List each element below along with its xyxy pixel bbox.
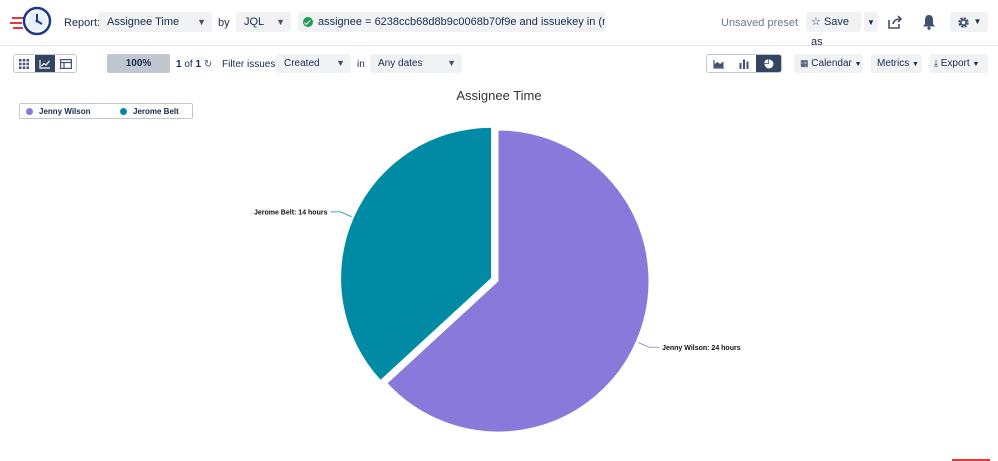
pie-label-connector: [637, 342, 660, 348]
pie-label-connector: [330, 211, 352, 218]
pie-slice-label: Jenny Wilson: 24 hours: [662, 345, 741, 352]
pie-slice-label: Jerome Belt: 14 hours: [254, 209, 328, 216]
pie-chart: Jenny Wilson: 24 hours Jerome Belt: 14 ho…: [254, 126, 741, 433]
